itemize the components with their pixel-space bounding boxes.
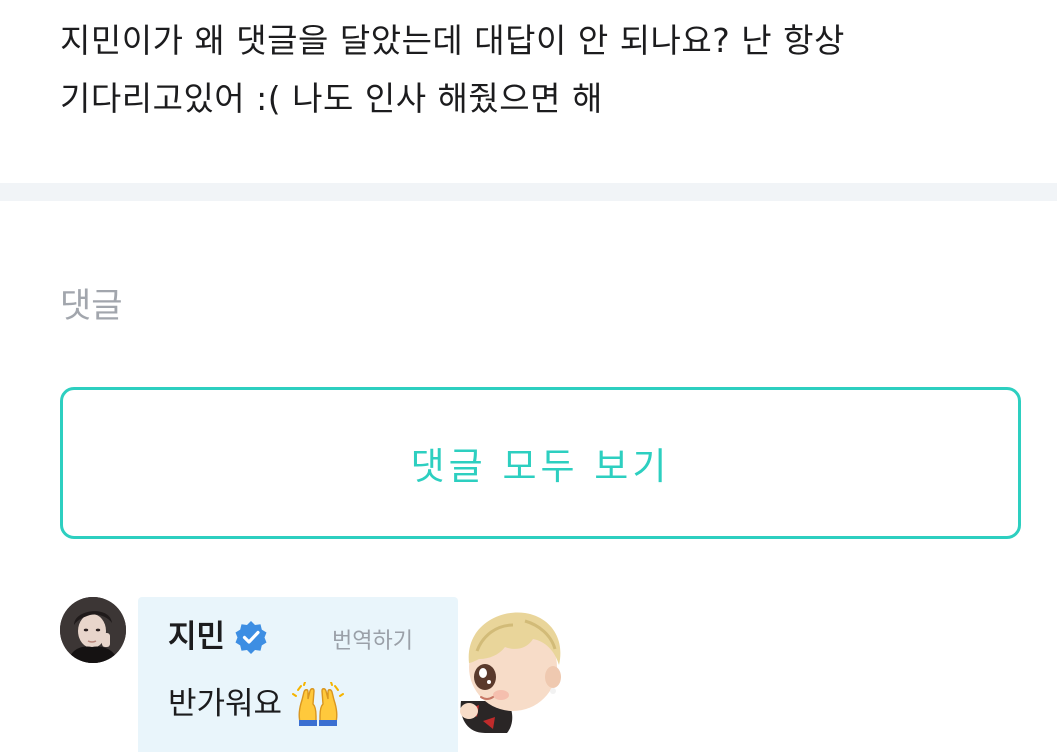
comment-bubble: 지민 번역하기 반가워요 bbox=[138, 597, 458, 752]
author-name[interactable]: 지민 bbox=[168, 615, 225, 659]
character-sticker bbox=[455, 605, 567, 735]
author-row: 지민 bbox=[168, 615, 269, 659]
post-text-line-1: 지민이가 왜 댓글을 달았는데 대답이 안 되나요? 난 항상 bbox=[60, 21, 845, 60]
post-text: 지민이가 왜 댓글을 달았는데 대답이 안 되나요? 난 항상 기다리고있어 :… bbox=[60, 12, 1020, 128]
raising-hands-icon bbox=[292, 681, 345, 726]
view-all-comments-button[interactable]: 댓글 모두 보기 bbox=[60, 387, 1021, 539]
avatar-image bbox=[60, 597, 126, 663]
post-text-line-2: 기다리고있어 :( 나도 인사 해줬으면 해 bbox=[60, 79, 603, 118]
verified-badge-icon bbox=[233, 619, 269, 655]
section-divider bbox=[0, 183, 1057, 201]
comment-item: 지민 번역하기 반가워요 bbox=[60, 597, 1057, 752]
comments-heading: 댓글 bbox=[60, 286, 123, 326]
page: 지민이가 왜 댓글을 달았는데 대답이 안 되나요? 난 항상 기다리고있어 :… bbox=[0, 0, 1057, 752]
translate-button[interactable]: 번역하기 bbox=[332, 627, 413, 657]
avatar[interactable] bbox=[60, 597, 126, 663]
comment-body: 반가워요 bbox=[168, 679, 345, 729]
comment-text: 반가워요 bbox=[168, 686, 283, 722]
